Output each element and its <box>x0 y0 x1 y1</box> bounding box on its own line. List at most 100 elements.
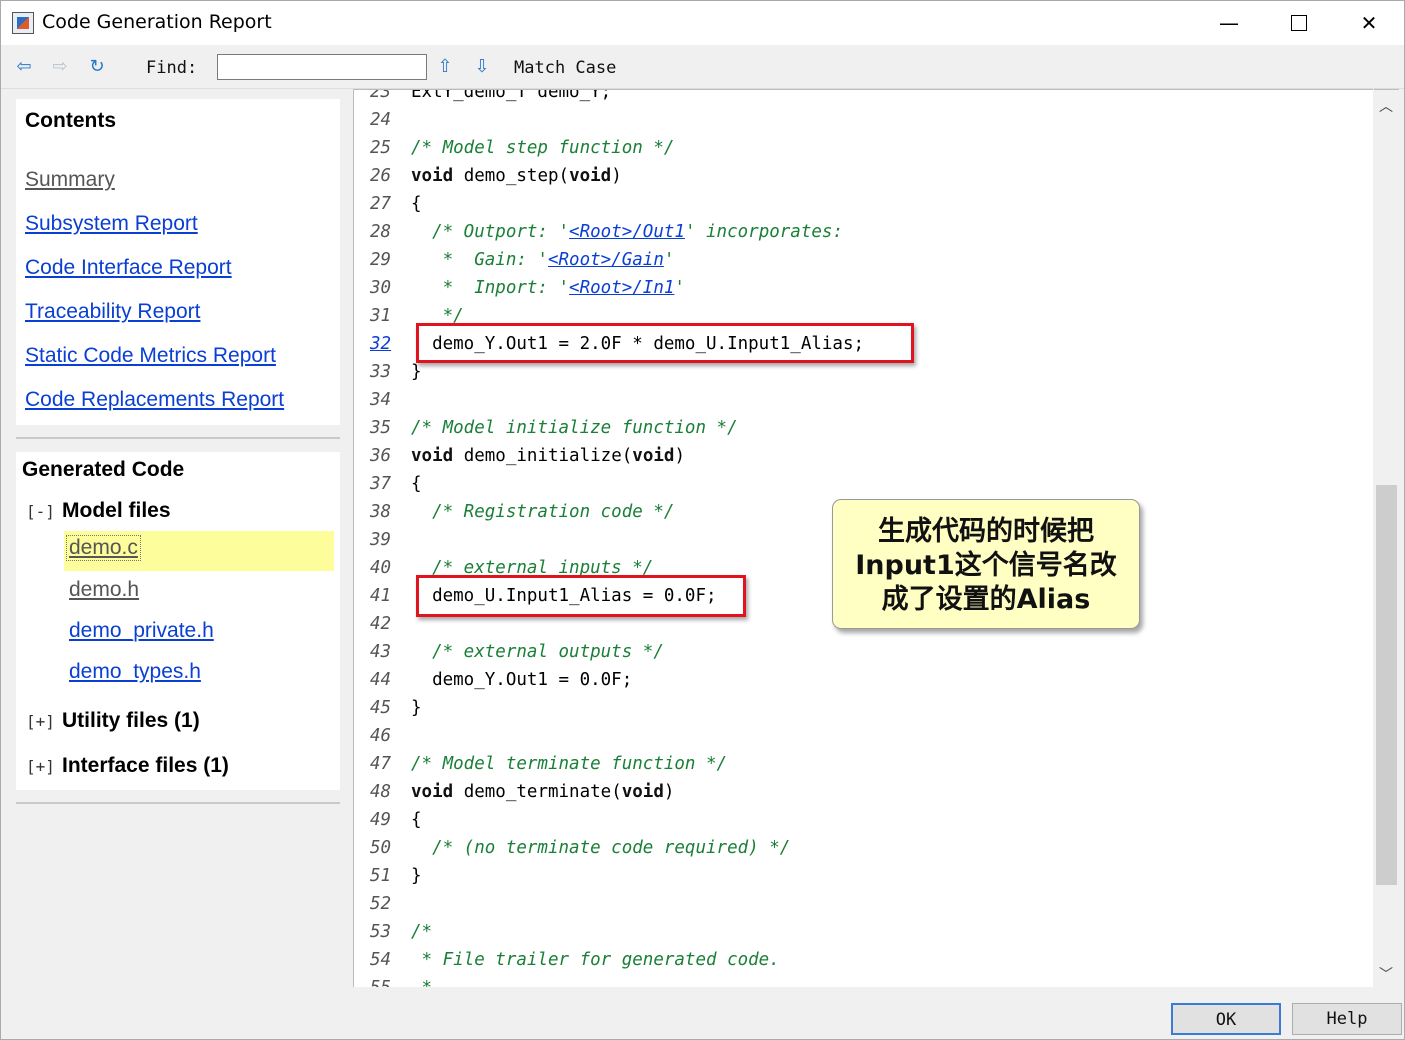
line-number: 48 <box>370 782 392 802</box>
code-line: 26 void demo_step(void) <box>354 162 1373 190</box>
code-text: void demo_step(void) <box>411 166 622 186</box>
toolbar: ⇦ ⇨ ↻ Find: ⇧ ⇩ Match Case <box>1 45 1404 89</box>
section-divider <box>16 802 340 804</box>
section-divider <box>16 437 340 439</box>
line-number: 43 <box>370 642 392 662</box>
line-number: 31 <box>370 306 392 326</box>
code-text: void demo_terminate(void) <box>411 782 675 802</box>
matlab-app-icon <box>12 12 34 34</box>
find-label: Find: <box>146 58 198 78</box>
nav-link-static-code-metrics-report[interactable]: Static Code Metrics Report <box>25 344 276 368</box>
line-number: 35 <box>370 418 392 438</box>
maximize-button[interactable] <box>1264 1 1334 45</box>
line-number: 55 <box>370 974 406 987</box>
help-button[interactable]: Help <box>1292 1003 1402 1035</box>
code-text: { <box>411 194 422 214</box>
code-text: /* (no terminate code required) */ <box>411 838 791 858</box>
file-link-demo-private-h[interactable]: demo_private.h <box>69 619 214 643</box>
utility-files-toggle[interactable]: [+] <box>26 712 55 731</box>
code-generation-report-window: Code Generation Report — ✕ ⇦ ⇨ ↻ Find: ⇧… <box>0 0 1405 1040</box>
code-text: ExtY_demo_T demo_Y; <box>411 89 612 102</box>
code-line: 43 /* external outputs */ <box>354 638 1373 666</box>
scrollbar-thumb[interactable] <box>1376 485 1397 885</box>
minimize-button[interactable]: — <box>1194 1 1264 45</box>
code-text: } <box>411 698 422 718</box>
code-line: 27 { <box>354 190 1373 218</box>
code-text: * Gain: '<Root>/Gain' <box>411 250 675 270</box>
file-link-demo-types-h[interactable]: demo_types.h <box>69 660 201 684</box>
code-line: 54 * File trailer for generated code. <box>354 946 1373 974</box>
generated-code-section: Generated Code [-] Model files demo.c de… <box>16 452 340 790</box>
model-files-label[interactable]: Model files <box>62 499 171 523</box>
code-line: 36 void demo_initialize(void) <box>354 442 1373 470</box>
find-next-icon[interactable]: ⇩ <box>471 57 493 77</box>
find-previous-icon[interactable]: ⇧ <box>434 57 456 77</box>
model-files-toggle[interactable]: [-] <box>26 502 55 521</box>
window-title: Code Generation Report <box>42 11 272 33</box>
line-number: 37 <box>370 474 392 494</box>
code-line: 55 * <box>354 974 1373 987</box>
maximize-icon <box>1291 14 1307 31</box>
code-text: void demo_initialize(void) <box>411 446 685 466</box>
close-button[interactable]: ✕ <box>1334 1 1404 45</box>
line-number: 46 <box>370 726 392 746</box>
code-text: /* Registration code */ <box>411 502 675 522</box>
code-line: 53 /* <box>354 918 1373 946</box>
nav-link-subsystem-report[interactable]: Subsystem Report <box>25 212 198 236</box>
vertical-scrollbar[interactable]: ︿ ﹀ <box>1374 89 1399 987</box>
code-line: 50 /* (no terminate code required) */ <box>354 834 1373 862</box>
line-number: 26 <box>370 166 392 186</box>
code-text: { <box>411 474 422 494</box>
code-line: 23 ExtY_demo_T demo_Y; <box>354 89 1373 106</box>
generated-code-heading: Generated Code <box>22 458 185 481</box>
nav-link-traceability-report[interactable]: Traceability Report <box>25 300 200 324</box>
refresh-icon[interactable]: ↻ <box>86 57 108 77</box>
line-number: 25 <box>370 138 392 158</box>
interface-files-toggle[interactable]: [+] <box>26 757 55 776</box>
code-text: /* Outport: '<Root>/Out1' incorporates: <box>411 222 843 242</box>
line-number: 52 <box>370 894 392 914</box>
file-link-demo-c[interactable]: demo.c <box>69 536 138 559</box>
nav-link-code-interface-report[interactable]: Code Interface Report <box>25 256 232 280</box>
code-line: 37 { <box>354 470 1373 498</box>
line-number: 51 <box>370 866 392 886</box>
code-line: 44 demo_Y.Out1 = 0.0F; <box>354 666 1373 694</box>
code-text: demo_Y.Out1 = 0.0F; <box>411 670 633 690</box>
utility-files-label[interactable]: Utility files (1) <box>62 709 200 733</box>
code-text: } <box>411 866 422 886</box>
title-bar: Code Generation Report — ✕ <box>1 1 1404 45</box>
line-number: 50 <box>370 838 392 858</box>
annotation-callout: 生成代码的时候把 Input1这个信号名改 成了设置的Alias <box>832 499 1140 629</box>
ok-button[interactable]: OK <box>1171 1003 1281 1035</box>
line-number: 41 <box>370 586 392 606</box>
nav-link-code-replacements-report[interactable]: Code Replacements Report <box>25 388 284 412</box>
back-arrow-icon[interactable]: ⇦ <box>13 57 35 77</box>
code-line: 52 <box>354 890 1373 918</box>
line-number: 45 <box>370 698 392 718</box>
line-number: 33 <box>370 362 392 382</box>
interface-files-label[interactable]: Interface files (1) <box>62 754 229 778</box>
code-line: 30 * Inport: '<Root>/In1' <box>354 274 1373 302</box>
line-number: 29 <box>370 250 392 270</box>
scroll-down-icon[interactable]: ﹀ <box>1379 964 1393 984</box>
highlight-box-line-41 <box>416 575 746 617</box>
nav-link-summary[interactable]: Summary <box>25 168 115 192</box>
callout-text: 生成代码的时候把 Input1这个信号名改 成了设置的Alias <box>855 516 1117 615</box>
highlight-box-line-32 <box>416 323 914 363</box>
line-number: 42 <box>370 614 392 634</box>
line-number[interactable]: 32 <box>370 330 406 358</box>
file-link-demo-h[interactable]: demo.h <box>69 578 139 602</box>
match-case-option[interactable]: Match Case <box>514 58 616 78</box>
find-input[interactable] <box>217 54 427 80</box>
code-text: * Inport: '<Root>/In1' <box>411 278 685 298</box>
line-number: 49 <box>370 810 392 830</box>
forward-arrow-icon[interactable]: ⇨ <box>49 57 71 77</box>
code-line: 35 /* Model initialize function */ <box>354 414 1373 442</box>
scroll-up-icon[interactable]: ︿ <box>1379 96 1393 116</box>
line-number: 36 <box>370 446 392 466</box>
code-text: * <box>411 974 433 987</box>
line-number: 53 <box>370 922 392 942</box>
code-line: 24 <box>354 106 1373 134</box>
contents-section: Contents Summary Subsystem Report Code I… <box>16 99 340 425</box>
code-text: * File trailer for generated code. <box>411 950 780 970</box>
